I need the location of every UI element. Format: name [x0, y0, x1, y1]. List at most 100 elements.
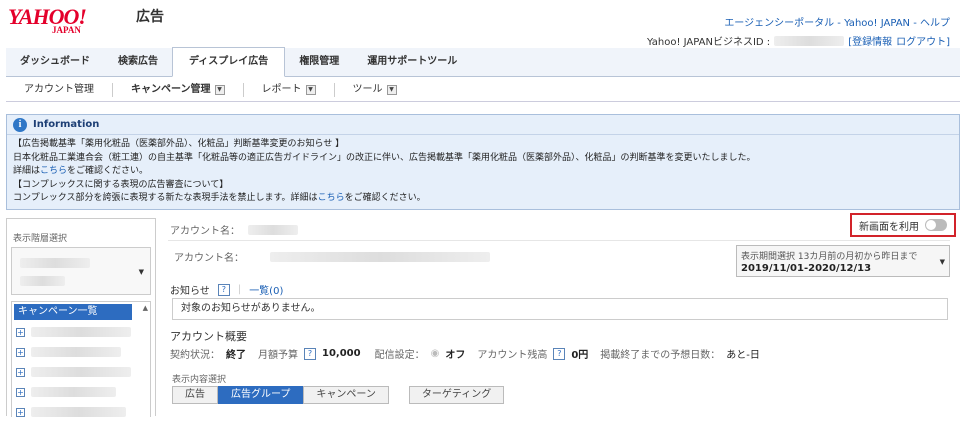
subnav-label: レポート: [261, 83, 302, 95]
expand-icon[interactable]: +: [16, 327, 25, 337]
help-icon[interactable]: ?: [304, 347, 316, 360]
list-item[interactable]: +: [12, 402, 150, 422]
chevron-down-icon[interactable]: ▼: [386, 84, 397, 95]
sub-nav: アカウント管理 キャンペーン管理 ▼ レポート ▼ ツール ▼: [6, 78, 960, 102]
tab-display-ads[interactable]: ディスプレイ広告: [172, 47, 286, 77]
tab-support-tools[interactable]: 運用サポートツール: [353, 48, 471, 76]
new-screen-toggle[interactable]: [925, 219, 947, 231]
campaign-list: キャンペーン一覧 ▲ + + + + +: [11, 301, 151, 417]
header: YAHOO! JAPAN 広告 エージェンシーポータル - Yahoo! JAP…: [0, 0, 960, 49]
chevron-down-icon[interactable]: ▼: [214, 84, 225, 95]
campaign-name: [31, 387, 116, 397]
list-item[interactable]: +: [12, 362, 150, 382]
radio-icon[interactable]: ◉: [431, 348, 440, 359]
level-select[interactable]: ▼: [11, 247, 151, 295]
view-campaigns-button[interactable]: キャンペーン: [303, 386, 389, 404]
expand-icon[interactable]: +: [16, 347, 25, 357]
info-line: コンプレックス部分を誇張に表現する新たな表現手法を禁止します。詳細はこちらをご確…: [13, 192, 953, 206]
biz-id-line: Yahoo! JAPANビジネスID : [登録情報 ログアウト]: [647, 33, 950, 48]
subnav-report[interactable]: レポート ▼: [244, 82, 335, 97]
account-name-label: アカウント名：: [174, 253, 244, 264]
expand-icon[interactable]: +: [16, 387, 25, 397]
info-line: 詳細はこちらをご確認ください。: [13, 165, 953, 179]
budget-label: 月額予算: [258, 350, 298, 361]
scroll-up-icon[interactable]: ▲: [143, 304, 148, 312]
info-line: 【広告掲載基準「薬用化粧品（医薬部外品）、化粧品」判断基準変更のお知らせ 】: [13, 139, 345, 149]
info-text: コンプレックス部分を誇張に表現する新たな表現手法を禁止します。詳細は: [13, 193, 318, 203]
view-adgroups-button[interactable]: 広告グループ: [218, 386, 304, 404]
top-links[interactable]: エージェンシーポータル - Yahoo! JAPAN - ヘルプ: [724, 14, 950, 29]
help-icon[interactable]: ?: [553, 347, 566, 360]
info-text: 詳細は: [13, 166, 41, 176]
biz-id-value: [774, 35, 845, 46]
subnav-account-management[interactable]: アカウント管理: [6, 82, 113, 97]
information-body: 【広告掲載基準「薬用化粧品（医薬部外品）、化粧品」判断基準変更のお知らせ 】 日…: [7, 135, 959, 209]
account-name-label: アカウント名：: [170, 226, 240, 237]
info-text: をご確認ください。: [344, 193, 426, 203]
campaign-name: [31, 327, 131, 337]
expand-icon[interactable]: +: [16, 407, 25, 417]
chevron-down-icon: ▼: [939, 258, 945, 266]
subnav-label: キャンペーン管理: [131, 83, 211, 95]
info-detail-link[interactable]: こちら: [318, 193, 345, 203]
left-sidebar: 表示階層選択 ▼ キャンペーン一覧 ▲ + + + + +: [6, 218, 156, 417]
yahoo-logo[interactable]: YAHOO! JAPAN 広告: [8, 6, 164, 35]
logout-link[interactable]: ログアウト]: [896, 33, 950, 48]
period-label-row: 表示期間選択 13カ月前の月初から昨日まで: [741, 249, 945, 262]
subnav-tools[interactable]: ツール ▼: [335, 83, 415, 97]
info-detail-link[interactable]: こちら: [40, 166, 67, 176]
expand-icon[interactable]: +: [16, 367, 25, 377]
notice-row: お知らせ ? | 一覧(0): [170, 282, 283, 297]
tab-dashboard[interactable]: ダッシュボード: [6, 48, 104, 76]
biz-id-label: Yahoo! JAPANビジネスID :: [647, 37, 771, 48]
list-item[interactable]: +: [12, 382, 150, 402]
selected-account: [20, 258, 90, 268]
chevron-down-icon[interactable]: ▼: [305, 84, 316, 95]
period-select[interactable]: 表示期間選択 13カ月前の月初から昨日まで 2019/11/01-2020/12…: [736, 245, 950, 277]
view-ads-button[interactable]: 広告: [172, 386, 218, 404]
campaign-list-title[interactable]: キャンペーン一覧: [14, 304, 132, 320]
overview-title: アカウント概要: [170, 330, 247, 343]
delivery-value: オフ: [445, 350, 466, 361]
tab-search-ads[interactable]: 検索広告: [104, 48, 172, 76]
account-name-row: アカウント名：: [174, 249, 490, 264]
chevron-down-icon: ▼: [138, 268, 144, 276]
view-targeting-button[interactable]: ターゲティング: [408, 386, 505, 404]
subnav-campaign-management[interactable]: キャンペーン管理 ▼: [113, 82, 244, 97]
notice-label: お知らせ: [170, 286, 210, 297]
level-select-label: 表示階層選択: [13, 234, 68, 244]
days-label: 掲載終了までの予想日数：: [600, 350, 721, 361]
balance-label: アカウント残高: [477, 350, 548, 361]
account-info-link[interactable]: [登録情報: [848, 33, 892, 48]
budget-value: 10,000: [322, 348, 361, 359]
info-line: 日本化粧品工業連合会（粧工連）の自主基準「化粧品等の適正広告ガイドライン」の改正…: [13, 152, 756, 163]
logo-sub: JAPAN: [52, 25, 81, 35]
info-icon: i: [13, 117, 27, 132]
campaign-name: [31, 347, 121, 357]
information-panel: i Information 【広告掲載基準「薬用化粧品（医薬部外品）、化粧品」判…: [6, 114, 960, 210]
subnav-label: ツール: [352, 83, 383, 95]
subnav-label: アカウント管理: [24, 83, 94, 95]
help-icon[interactable]: ?: [217, 283, 230, 296]
view-button-group: 広告 広告グループ キャンペーン ターゲティング: [172, 386, 505, 404]
notice-list-link[interactable]: 一覧(0): [249, 282, 283, 297]
list-item[interactable]: +: [12, 342, 150, 362]
new-screen-label: 新画面を利用: [859, 221, 919, 233]
new-screen-toggle-box[interactable]: 新画面を利用: [850, 213, 956, 237]
period-label: 表示期間選択: [741, 252, 796, 262]
list-item[interactable]: +: [12, 322, 150, 342]
content-select-label: 表示内容選択: [172, 375, 227, 385]
info-text: をご確認ください。: [67, 166, 149, 176]
balance-value: 0円: [571, 350, 589, 361]
contract-value: 終了: [226, 350, 246, 361]
information-header: i Information: [7, 115, 959, 135]
period-value: 13カ月前の月初から昨日まで: [797, 252, 918, 262]
information-title: Information: [33, 119, 100, 130]
divider: |: [237, 284, 242, 295]
account-name-row-top: アカウント名：: [170, 222, 298, 237]
contract-label: 契約状況：: [170, 350, 220, 361]
days-value: あと-日: [726, 350, 760, 361]
main-content: アカウント名： 新画面を利用 アカウント名： 表示期間選択 13カ月前の月初から…: [164, 213, 960, 416]
campaign-name: [31, 367, 131, 377]
tab-permissions[interactable]: 権限管理: [285, 48, 353, 76]
